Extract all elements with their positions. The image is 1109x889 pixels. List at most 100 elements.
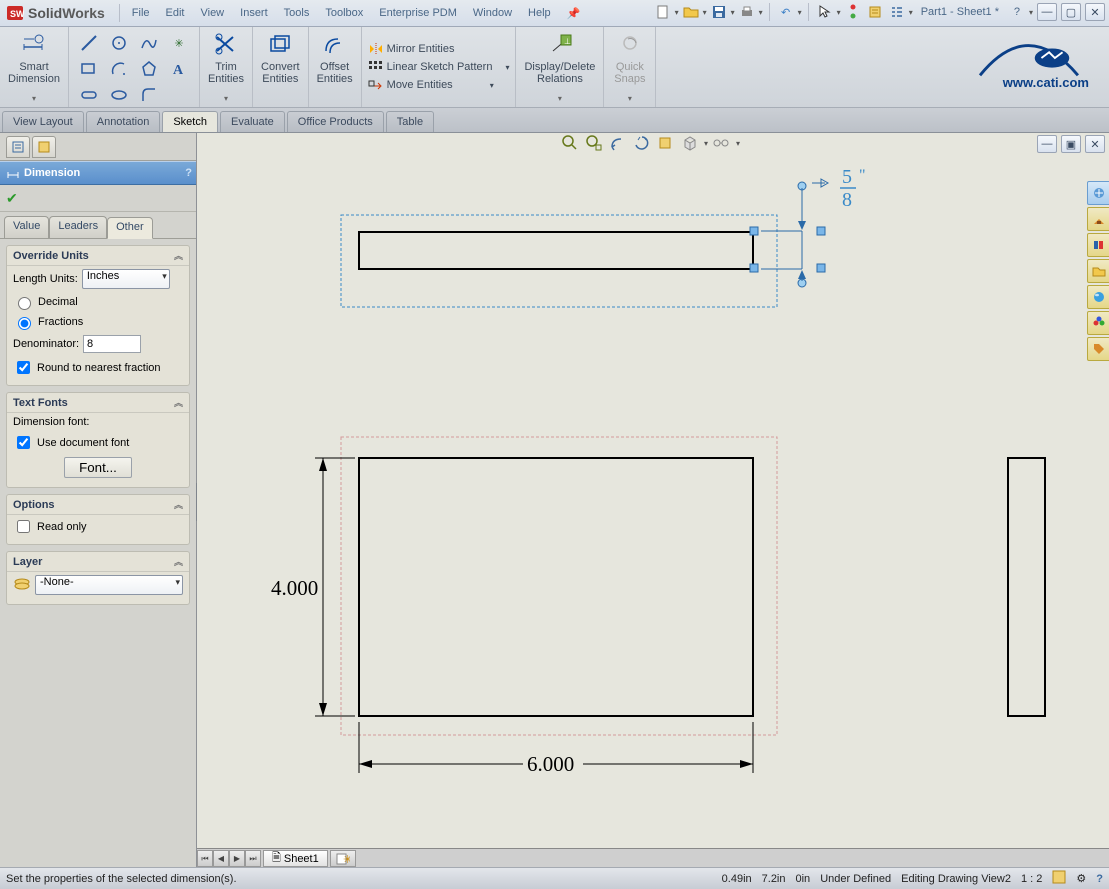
save-icon[interactable]: [711, 4, 727, 20]
view-palette-icon[interactable]: [1087, 259, 1109, 283]
undo-icon[interactable]: ↶: [778, 4, 794, 20]
convert-entities-button[interactable]: Convert Entities: [253, 27, 309, 107]
design-library-icon[interactable]: [1087, 207, 1109, 231]
status-help-icon[interactable]: ?: [1096, 873, 1103, 885]
spline-icon[interactable]: [135, 31, 163, 55]
select-icon[interactable]: [817, 4, 833, 20]
tab-table[interactable]: Table: [386, 111, 434, 132]
font-button[interactable]: Font...: [64, 457, 132, 478]
height-dimension[interactable]: 4.000: [271, 458, 355, 716]
menu-toolbox[interactable]: Toolbox: [317, 3, 371, 24]
handle[interactable]: [817, 264, 825, 272]
print-icon[interactable]: [739, 4, 755, 20]
traffic-light-icon[interactable]: [845, 4, 861, 20]
appearances-icon[interactable]: [1087, 285, 1109, 309]
open-icon[interactable]: [683, 4, 699, 20]
ok-icon[interactable]: ✔: [6, 190, 18, 207]
menu-tools[interactable]: Tools: [276, 3, 318, 24]
text-icon[interactable]: A: [165, 57, 193, 81]
collapse-icon[interactable]: ︽: [174, 396, 183, 409]
list-icon[interactable]: [889, 4, 905, 20]
menu-file[interactable]: File: [124, 3, 158, 24]
menu-view[interactable]: View: [192, 3, 232, 24]
offset-entities-button[interactable]: Offset Entities: [309, 27, 362, 107]
display-relations-button[interactable]: ⊥ Display/Delete Relations▾: [516, 27, 604, 107]
readonly-checkbox[interactable]: Read only: [7, 515, 189, 538]
decimal-radio[interactable]: Decimal: [7, 292, 189, 312]
menu-window[interactable]: Window: [465, 3, 520, 24]
tab-sketch[interactable]: Sketch: [162, 111, 218, 132]
property-manager-tab[interactable]: [32, 136, 56, 158]
quick-snaps-button[interactable]: Quick Snaps▾: [604, 27, 656, 107]
front-view-rect[interactable]: [359, 458, 753, 716]
slot-icon[interactable]: [75, 83, 103, 107]
use-document-font-checkbox[interactable]: Use document font: [7, 431, 189, 454]
feature-manager-tab[interactable]: [6, 136, 30, 158]
section-view-icon[interactable]: [632, 133, 652, 153]
handle[interactable]: [750, 264, 758, 272]
tab-annotation[interactable]: Annotation: [86, 111, 161, 132]
arc-icon[interactable]: [105, 57, 133, 81]
display-style-icon[interactable]: [680, 133, 700, 153]
top-view-rect[interactable]: [359, 232, 753, 269]
file-explorer-icon[interactable]: [1087, 233, 1109, 257]
options-icon[interactable]: [867, 4, 883, 20]
fractions-radio[interactable]: Fractions: [7, 312, 189, 332]
minimize-button[interactable]: —: [1037, 3, 1057, 21]
point-icon[interactable]: ✳: [165, 31, 193, 55]
status-gear-icon[interactable]: ⚙: [1076, 872, 1086, 885]
pm-help-icon[interactable]: ?: [185, 167, 192, 179]
mirror-entities-button[interactable]: Mirror Entities: [368, 41, 510, 57]
drawing-canvas[interactable]: — ▣ ✕: [197, 133, 1109, 868]
tag-icon[interactable]: [1087, 337, 1109, 361]
sheet-last[interactable]: ⏭: [245, 850, 261, 867]
zoom-fit-icon[interactable]: [560, 133, 580, 153]
circle-icon[interactable]: [105, 31, 133, 55]
rectangle-icon[interactable]: [75, 57, 103, 81]
width-dimension[interactable]: 6.000: [359, 722, 753, 776]
denominator-input[interactable]: [83, 335, 141, 353]
ellipse-icon[interactable]: [105, 83, 133, 107]
zoom-area-icon[interactable]: [584, 133, 604, 153]
polygon-icon[interactable]: [135, 57, 163, 81]
maximize-button[interactable]: ▢: [1061, 3, 1081, 21]
tab-office-products[interactable]: Office Products: [287, 111, 384, 132]
prop-tab-value[interactable]: Value: [4, 216, 49, 238]
trim-entities-button[interactable]: Trim Entities▾: [200, 27, 253, 107]
sheet-next[interactable]: ▶: [229, 850, 245, 867]
collapse-icon[interactable]: ︽: [174, 498, 183, 511]
prop-tab-leaders[interactable]: Leaders: [49, 216, 107, 238]
layer-dropdown[interactable]: -None-: [35, 575, 183, 595]
close-button[interactable]: ✕: [1085, 3, 1105, 21]
menu-help[interactable]: Help: [520, 3, 559, 24]
hide-show-icon[interactable]: [712, 133, 732, 153]
move-entities-button[interactable]: Move Entities▾: [368, 77, 510, 93]
smart-dimension-button[interactable]: Smart Dimension▾: [0, 27, 69, 107]
view-orientation-icon[interactable]: [656, 133, 676, 153]
prop-tab-other[interactable]: Other: [107, 217, 153, 239]
resources-icon[interactable]: [1087, 181, 1109, 205]
handle[interactable]: [750, 227, 758, 235]
side-view-rect[interactable]: [1008, 458, 1045, 716]
custom-properties-icon[interactable]: [1087, 311, 1109, 335]
menu-edit[interactable]: Edit: [158, 3, 193, 24]
fillet-icon[interactable]: [135, 83, 163, 107]
help-icon[interactable]: ?: [1009, 4, 1025, 20]
menu-enterprise-pdm[interactable]: Enterprise PDM: [371, 3, 465, 24]
collapse-icon[interactable]: ︽: [174, 249, 183, 262]
add-sheet[interactable]: ✳: [330, 850, 356, 867]
round-checkbox[interactable]: Round to nearest fraction: [7, 356, 189, 379]
length-units-dropdown[interactable]: Inches: [82, 269, 170, 289]
line-icon[interactable]: [75, 31, 103, 55]
menu-insert[interactable]: Insert: [232, 3, 276, 24]
linear-pattern-button[interactable]: Linear Sketch Pattern▾: [368, 59, 510, 75]
handle[interactable]: [817, 227, 825, 235]
previous-view-icon[interactable]: [608, 133, 628, 153]
sheet-prev[interactable]: ◀: [213, 850, 229, 867]
sheet-first[interactable]: ⏮: [197, 850, 213, 867]
tab-evaluate[interactable]: Evaluate: [220, 111, 285, 132]
tab-view-layout[interactable]: View Layout: [2, 111, 84, 132]
collapse-icon[interactable]: ︽: [174, 555, 183, 568]
status-units-icon[interactable]: [1052, 870, 1066, 887]
sheet-tab[interactable]: 🗎Sheet1: [263, 850, 328, 867]
